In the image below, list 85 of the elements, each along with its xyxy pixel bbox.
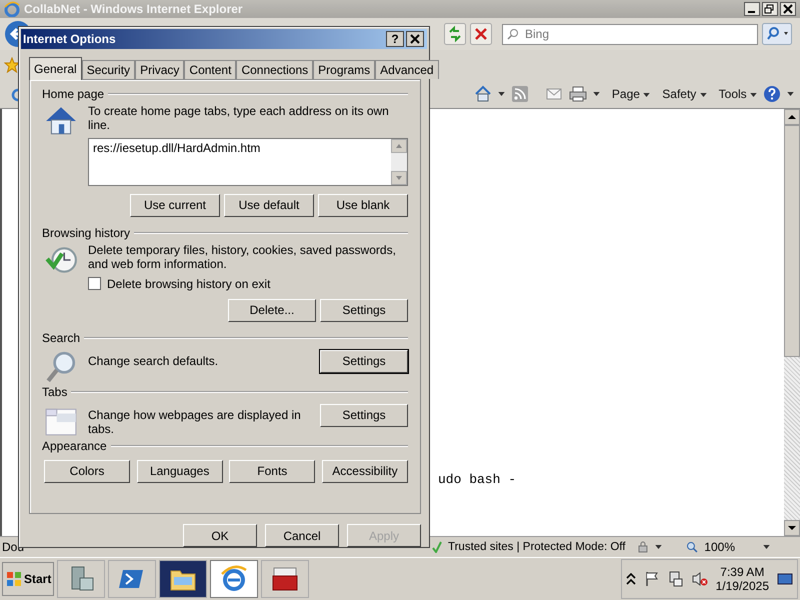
settings-button[interactable]: Settings: [320, 404, 408, 427]
group-heading: Search: [42, 330, 80, 345]
printer-icon[interactable]: [568, 85, 587, 103]
windows-logo-icon: [6, 571, 22, 587]
command-menu[interactable]: Safety: [662, 87, 707, 101]
dialog-button[interactable]: Settings: [320, 298, 408, 322]
tab[interactable]: Connections: [236, 60, 314, 79]
tab[interactable]: Advanced: [375, 60, 439, 79]
dialog-button[interactable]: Use blank: [318, 194, 408, 217]
search-button[interactable]: [762, 23, 792, 45]
home-icon[interactable]: [474, 85, 492, 103]
caret-icon[interactable]: [655, 545, 662, 549]
show-desktop-icon[interactable]: [777, 571, 793, 587]
help-button[interactable]: ?: [386, 30, 404, 47]
taskbar-button[interactable]: [159, 560, 207, 598]
settings-button[interactable]: Settings: [320, 350, 408, 373]
speaker-muted-icon[interactable]: [692, 571, 708, 587]
scroll-thumb[interactable]: [784, 125, 800, 357]
window-title: CollabNet - Windows Internet Explorer: [24, 2, 243, 16]
magnifier-icon: [44, 350, 78, 384]
taskbar-button[interactable]: [57, 560, 105, 598]
restore-button[interactable]: [762, 2, 778, 16]
caret-icon[interactable]: [787, 92, 794, 96]
network-icon[interactable]: [668, 571, 684, 587]
scroll-up-button[interactable]: [784, 109, 800, 125]
search-field[interactable]: Bing: [502, 24, 758, 44]
group-heading: Browsing history: [42, 226, 130, 240]
clock-time[interactable]: 7:39 AM: [720, 565, 764, 579]
search-icon: [507, 28, 519, 40]
dialog-button[interactable]: Use current: [130, 194, 220, 217]
scroll-down-button[interactable]: [784, 520, 800, 536]
tab[interactable]: Content: [184, 60, 236, 79]
tab[interactable]: Programs: [313, 60, 376, 79]
close-button[interactable]: [780, 2, 796, 16]
vertical-scrollbar[interactable]: [784, 109, 800, 536]
description-text: Change search defaults.: [88, 352, 220, 368]
page-text: udo bash -: [438, 473, 516, 486]
help-icon[interactable]: [763, 85, 781, 103]
caret-icon: [750, 92, 757, 97]
group-heading: Appearance: [42, 438, 107, 453]
dialog-button[interactable]: Languages: [136, 460, 223, 483]
group-heading: Tabs: [42, 384, 68, 399]
command-menu[interactable]: Tools: [718, 87, 757, 101]
checkbox-label[interactable]: Delete browsing history on exit: [107, 276, 270, 291]
checkbox[interactable]: [88, 277, 101, 290]
minimize-button[interactable]: [744, 2, 760, 16]
description-text: Change how webpages are displayed in tabs.: [88, 406, 302, 436]
zoom-level-text[interactable]: 100%: [704, 540, 735, 554]
description-text: Delete temporary files, history, cookies, saved passwords, and web form information.: [88, 242, 397, 271]
refresh-icon[interactable]: [444, 23, 466, 45]
taskbar-button[interactable]: [210, 560, 258, 598]
checkmark-icon: [432, 541, 442, 553]
taskbar-button[interactable]: [261, 560, 309, 598]
browser-logo-icon: [4, 1, 20, 17]
dialog-button[interactable]: Fonts: [229, 460, 316, 483]
clock-date[interactable]: 1/19/2025: [716, 579, 769, 593]
tab[interactable]: Security: [82, 60, 136, 79]
browser-logo-icon: [219, 564, 249, 594]
close-button[interactable]: [406, 30, 424, 47]
lock-icon[interactable]: [637, 541, 650, 553]
caret-icon: [700, 92, 707, 97]
tab[interactable]: Privacy: [135, 60, 184, 79]
dialog-title: Internet Options: [23, 32, 116, 46]
favorites-star-icon[interactable]: [4, 57, 20, 73]
stop-icon[interactable]: [470, 23, 492, 45]
start-button[interactable]: Start: [2, 562, 54, 596]
zoom-icon[interactable]: [686, 541, 698, 553]
security-zone-text: Trusted sites | Protected Mode: Off: [448, 541, 626, 553]
caret-icon[interactable]: [763, 545, 770, 549]
flag-icon[interactable]: [644, 571, 660, 587]
chevron-up-icon[interactable]: [626, 573, 636, 585]
dialog-button[interactable]: Accessibility: [322, 460, 408, 483]
dialog-button[interactable]: Cancel: [265, 524, 339, 547]
group-heading: Home page: [42, 86, 104, 101]
instruction-text: To create home page tabs, type each address on its own line.: [88, 104, 390, 132]
command-menu[interactable]: Page: [612, 87, 650, 101]
feed-icon[interactable]: [510, 85, 529, 103]
dialog-button[interactable]: Use default: [224, 194, 314, 217]
tab[interactable]: General: [29, 56, 82, 80]
caret-icon[interactable]: [592, 92, 600, 96]
dialog-button[interactable]: Colors: [44, 460, 130, 483]
dialog-button[interactable]: Delete...: [228, 298, 316, 322]
caret-icon: [643, 92, 650, 97]
caret-icon[interactable]: [498, 92, 505, 96]
dialog-button[interactable]: OK: [183, 524, 257, 547]
